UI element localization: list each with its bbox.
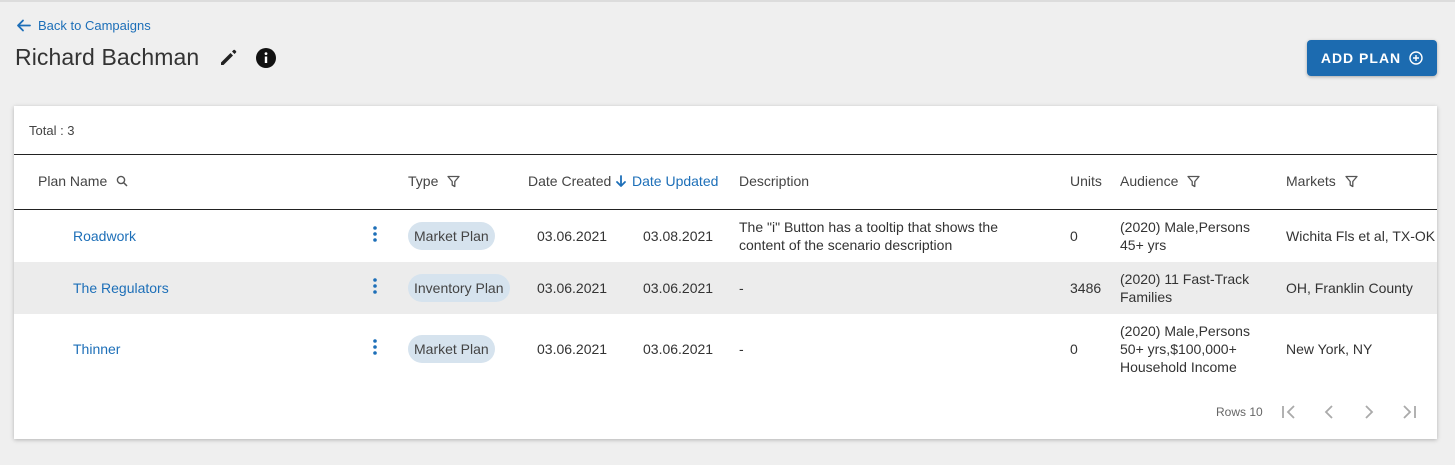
- arrow-left-icon: [17, 19, 31, 32]
- more-vertical-icon[interactable]: [372, 277, 378, 295]
- column-header-units[interactable]: Units: [1070, 173, 1102, 189]
- filter-icon[interactable]: [1187, 175, 1201, 188]
- plan-name-link[interactable]: The Regulators: [73, 280, 169, 296]
- plus-circle-icon: [1409, 51, 1423, 65]
- markets-value: OH, Franklin County: [1286, 280, 1413, 296]
- plan-type-chip: Inventory Plan: [408, 274, 510, 302]
- column-label: Type: [408, 173, 439, 189]
- units-value: 0: [1070, 228, 1078, 244]
- column-label: Audience: [1120, 173, 1179, 189]
- table-row[interactable]: The Regulators Inventory Plan 03.06.2021…: [14, 262, 1437, 314]
- column-label: Units: [1070, 173, 1102, 189]
- column-header-date-updated[interactable]: Date Updated: [615, 173, 718, 189]
- add-plan-button[interactable]: ADD PLAN: [1307, 40, 1437, 76]
- title-row: Richard Bachman: [15, 44, 277, 71]
- markets-value: Wichita Fls et al, TX-OK: [1286, 228, 1436, 244]
- units-value: 0: [1070, 341, 1078, 357]
- plans-table-card: Total : 3 Plan Name Type Date Created Da…: [14, 106, 1437, 439]
- table-row[interactable]: Roadwork Market Plan 03.06.2021 03.08.20…: [14, 210, 1437, 262]
- arrow-down-icon: [615, 174, 627, 188]
- plan-description: The "i" Button has a tooltip that shows …: [739, 219, 998, 253]
- plan-description: -: [739, 341, 744, 357]
- previous-page-icon[interactable]: [1321, 404, 1337, 420]
- column-label: Date Updated: [632, 173, 719, 189]
- date-updated: 03.06.2021: [643, 280, 714, 296]
- column-label: Plan Name: [38, 173, 108, 189]
- markets-value: New York, NY: [1286, 341, 1373, 357]
- plan-type-chip: Market Plan: [408, 222, 495, 250]
- audience-value: (2020) 11 Fast-Track Families: [1120, 271, 1250, 305]
- back-link-label: Back to Campaigns: [38, 18, 151, 33]
- first-page-icon[interactable]: [1280, 404, 1298, 420]
- date-updated: 03.08.2021: [643, 228, 714, 244]
- column-header-date-created[interactable]: Date Created: [528, 173, 611, 189]
- filter-icon[interactable]: [1345, 175, 1358, 188]
- rows-per-page-label[interactable]: Rows 10: [1216, 405, 1263, 419]
- info-icon[interactable]: [255, 47, 277, 69]
- audience-value: (2020) Male,Persons 45+ yrs: [1120, 219, 1250, 253]
- column-header-description[interactable]: Description: [739, 173, 809, 189]
- plan-name-link[interactable]: Roadwork: [73, 228, 136, 244]
- units-value: 3486: [1070, 280, 1102, 296]
- more-vertical-icon[interactable]: [372, 338, 378, 356]
- date-created: 03.06.2021: [537, 341, 608, 357]
- date-created: 03.06.2021: [537, 280, 608, 296]
- plan-type-chip: Market Plan: [408, 335, 495, 363]
- column-header-plan-name[interactable]: Plan Name: [38, 173, 128, 189]
- add-plan-label: ADD PLAN: [1320, 50, 1402, 66]
- column-label: Description: [739, 173, 810, 189]
- plan-name-link[interactable]: Thinner: [73, 341, 120, 357]
- column-label: Markets: [1286, 173, 1336, 189]
- date-updated: 03.06.2021: [643, 341, 714, 357]
- next-page-icon[interactable]: [1361, 404, 1377, 420]
- filter-icon[interactable]: [447, 175, 461, 188]
- back-to-campaigns-link[interactable]: Back to Campaigns: [16, 18, 151, 33]
- search-icon[interactable]: [116, 175, 128, 187]
- pencil-icon[interactable]: [218, 48, 238, 68]
- last-page-icon[interactable]: [1400, 404, 1418, 420]
- column-header-type[interactable]: Type: [408, 173, 461, 189]
- page-title: Richard Bachman: [15, 44, 200, 70]
- table-top-divider: [14, 154, 1437, 155]
- date-created: 03.06.2021: [537, 228, 608, 244]
- more-vertical-icon[interactable]: [372, 225, 378, 243]
- top-divider: [0, 0, 1455, 2]
- column-label: Date Created: [528, 173, 612, 189]
- audience-value: (2020) Male,Persons 50+ yrs,$100,000+ Ho…: [1120, 323, 1250, 375]
- column-header-audience[interactable]: Audience: [1120, 173, 1201, 189]
- table-row[interactable]: Thinner Market Plan 03.06.2021 03.06.202…: [14, 314, 1437, 384]
- plan-description: -: [739, 280, 744, 296]
- column-header-markets[interactable]: Markets: [1286, 173, 1358, 189]
- total-count: Total : 3: [29, 123, 75, 138]
